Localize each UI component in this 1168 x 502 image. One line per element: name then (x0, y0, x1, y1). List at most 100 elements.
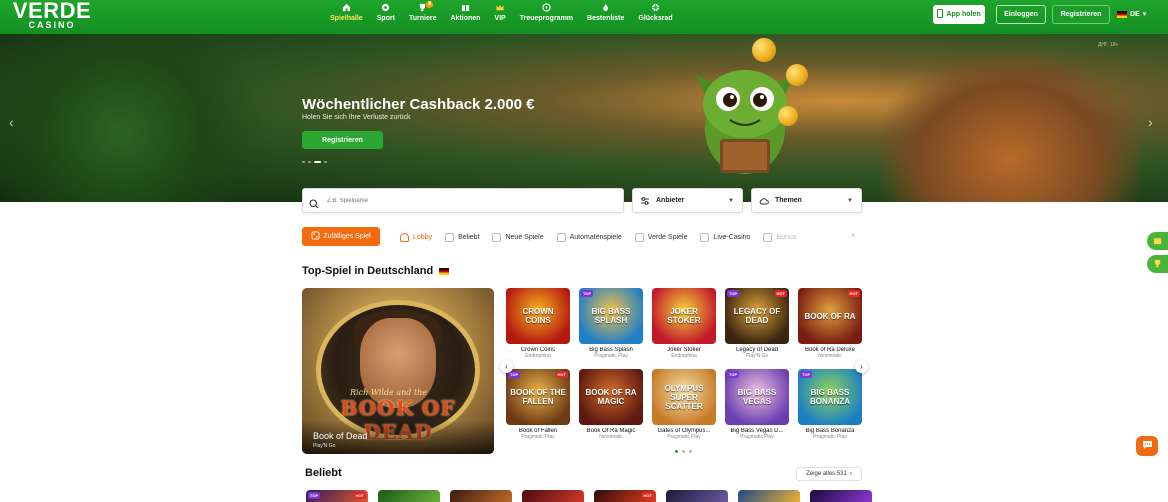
category-tab-neue-spiele[interactable]: Neue Spiele (492, 232, 544, 242)
category-tab-bonus[interactable]: Bonus (763, 232, 796, 242)
hero-next-arrow[interactable]: › (1148, 114, 1153, 130)
category-tab-beliebt[interactable]: Beliebt (445, 232, 479, 242)
casino-logo[interactable]: VERDE CASINO (10, 0, 94, 30)
game-thumbnail[interactable]: HOT (594, 490, 656, 502)
chat-support-button[interactable] (1136, 436, 1158, 456)
featured-game-provider: Play'N Go (313, 443, 336, 449)
live-casino-icon (700, 232, 710, 242)
game-art-text: BIG BASS VEGAS (737, 388, 777, 406)
top-badge: TOP (581, 290, 594, 297)
top-badge: TOP (727, 290, 740, 297)
game-art-text: BIG BASS BONANZA (810, 388, 850, 406)
featured-game-card[interactable]: Rich Wilde and the BOOK OF DEAD Book of … (302, 288, 494, 454)
game-art-text: CROWN COINS (522, 307, 554, 325)
game-tile[interactable]: BOOK OF THE FALLEN TOP HOT Book of Fallen Pr… (506, 369, 570, 440)
phone-icon (937, 9, 944, 20)
themes-select[interactable]: Themen ▼ (751, 188, 862, 213)
hot-badge: HOT (847, 290, 860, 297)
nav-item-turniere[interactable]: 8 Turniere (408, 1, 437, 31)
category-label: Verde Spiele (647, 233, 688, 241)
slide-dot[interactable] (308, 161, 311, 163)
game-thumbnail: BOOK OF RA HOT (798, 288, 862, 344)
game-thumbnail[interactable]: TOP HOT (306, 490, 368, 502)
nav-item-gluecksrad[interactable]: Glücksrad (638, 3, 673, 31)
grid-prev-arrow[interactable]: ‹ (500, 360, 513, 373)
search-icon (309, 196, 319, 208)
grid-pager (675, 450, 692, 453)
game-search-box[interactable] (302, 188, 624, 213)
game-provider: Pragmatic Play (667, 434, 701, 440)
register-button[interactable]: Registrieren (1052, 5, 1110, 24)
category-tab-lobby[interactable]: Lobby (400, 232, 432, 242)
random-game-button[interactable]: Zufälliges Spiel (302, 227, 380, 246)
category-tab-verde-spiele[interactable]: Verde Spiele (634, 232, 688, 242)
game-thumbnail[interactable] (666, 490, 728, 502)
login-button[interactable]: Einloggen (996, 5, 1046, 24)
game-thumbnail: BOOK OF THE FALLEN TOP HOT (506, 369, 570, 425)
nav-label: Spielhalle (330, 15, 363, 22)
game-provider: Pragmatic Play (594, 353, 628, 359)
game-thumbnail[interactable] (450, 490, 512, 502)
game-provider: Pragmatic Play (740, 434, 774, 440)
nav-item-sport[interactable]: Sport (377, 3, 395, 31)
nav-item-treueprogramm[interactable]: Treueprogramm (520, 3, 573, 31)
game-tile[interactable]: BIG BASS BONANZA TOP Big Bass Bonanza Pragm… (798, 369, 862, 440)
slide-dot[interactable] (324, 161, 327, 163)
language-selector[interactable]: DE ▾ (1117, 10, 1146, 18)
heart-icon (445, 232, 455, 242)
pager-dot[interactable] (689, 450, 692, 453)
get-app-button[interactable]: App holen (933, 5, 985, 24)
hero-register-button[interactable]: Registrieren (302, 131, 383, 149)
nav-item-aktionen[interactable]: Aktionen (450, 3, 480, 31)
game-tile[interactable]: BIG BASS VEGAS TOP Big Bass Vegas D... Prag… (725, 369, 789, 440)
game-thumbnail[interactable] (522, 490, 584, 502)
nav-label: Glücksrad (638, 15, 673, 22)
game-tile[interactable]: CROWN COINS Crown Coins Endorphina (506, 288, 570, 359)
category-tab-live-casino[interactable]: Live-Casino (700, 232, 751, 242)
game-tile[interactable]: OLYMPUS SUPER SCATTER Gates of Olympus...… (652, 369, 716, 440)
top-header: VERDE CASINO Spielhalle Sport 8 Turniere (0, 0, 1168, 34)
hero-slide-indicator (302, 161, 327, 163)
game-tile[interactable]: JOKER STOKER Joker Stoker Endorphina (652, 288, 716, 359)
slide-dot-active[interactable] (314, 161, 321, 163)
game-tile[interactable]: LEGACY OF DEAD TOP HOT Legacy of Dead Play'N… (725, 288, 789, 359)
grid-next-arrow[interactable]: › (855, 360, 868, 373)
crown-icon (495, 3, 505, 15)
trophy-icon (1153, 259, 1162, 270)
categories-next-arrow[interactable]: › (852, 232, 854, 239)
tournament-badge: 8 (426, 1, 434, 8)
pager-dot[interactable] (682, 450, 685, 453)
provider-select[interactable]: Anbieter ▼ (632, 188, 743, 213)
game-thumbnail[interactable] (378, 490, 440, 502)
nav-label: Bestenliste (587, 15, 625, 22)
cloud-icon (759, 196, 769, 206)
nav-label: Sport (376, 15, 395, 22)
hero-prev-arrow[interactable]: ‹ (9, 114, 14, 130)
game-tile[interactable]: BOOK OF RA HOT Book of Ra Deluxe Novomatic (798, 288, 862, 359)
nav-item-spielhalle[interactable]: Spielhalle (330, 3, 363, 31)
sliders-icon (640, 196, 650, 206)
slide-dot[interactable] (302, 161, 305, 163)
loyalty-icon (542, 3, 551, 15)
category-tab-automatenspiele[interactable]: Automatenspiele (556, 232, 622, 242)
side-bonus-widget[interactable] (1147, 232, 1168, 250)
game-tile[interactable]: BIG BASS SPLASH TOP Big Bass Splash Pragmat… (579, 288, 643, 359)
game-tile[interactable]: BOOK OF RA MAGIC Book Of Ra Magic Novomati… (579, 369, 643, 440)
side-trophy-widget[interactable] (1147, 255, 1168, 273)
game-provider: Endorphina (525, 353, 551, 359)
nav-item-vip[interactable]: VIP (494, 3, 506, 31)
game-thumbnail[interactable] (738, 490, 800, 502)
pager-dot-active[interactable] (675, 450, 678, 453)
nav-label: Turniere (408, 15, 437, 22)
nav-item-bestenliste[interactable]: Bestenliste (587, 3, 624, 31)
show-all-button[interactable]: Zeige alles 531 › (796, 467, 862, 481)
search-input[interactable] (327, 197, 607, 204)
game-thumbnail: BIG BASS VEGAS TOP (725, 369, 789, 425)
top-badge: TOP (308, 492, 321, 499)
game-thumbnail[interactable] (810, 490, 872, 502)
game-provider: Pragmatic Play (521, 434, 555, 440)
get-app-label: App holen (946, 11, 981, 18)
show-all-label: Zeige alles 531 (806, 471, 847, 477)
category-label: Live-Casino (713, 233, 751, 241)
random-game-label: Zufälliges Spiel (323, 233, 371, 240)
